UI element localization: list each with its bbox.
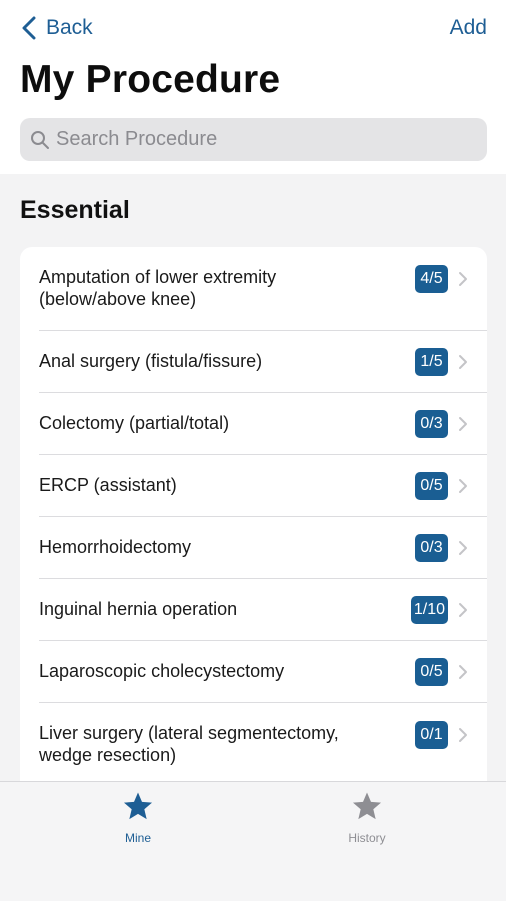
list-item[interactable]: Colectomy (partial/total) 0/3 <box>39 393 487 455</box>
procedure-label: ERCP (assistant) <box>39 475 177 495</box>
list-item[interactable]: ERCP (assistant) 0/5 <box>39 455 487 517</box>
procedure-label: Liver surgery (lateral segmentectomy, we… <box>39 723 339 765</box>
procedure-label: Laparoscopic cholecystectomy <box>39 661 285 681</box>
chevron-right-icon <box>459 541 467 555</box>
list-item[interactable]: Liver surgery (lateral segmentectomy, we… <box>39 703 487 781</box>
star-icon <box>123 792 153 820</box>
search-bar[interactable] <box>20 118 487 161</box>
list-item[interactable]: Amputation of lower extremity (below/abo… <box>39 247 487 331</box>
list-item[interactable]: Anal surgery (fistula/fissure) 1/5 <box>39 331 487 393</box>
page-title: My Procedure <box>20 58 281 101</box>
chevron-right-icon <box>459 665 467 679</box>
tab-mine[interactable]: Mine <box>98 790 178 845</box>
list-item[interactable]: Inguinal hernia operation 1/10 <box>39 579 487 641</box>
count-badge: 0/3 <box>415 410 448 438</box>
list-item[interactable]: Hemorrhoidectomy 0/3 <box>39 517 487 579</box>
star-icon <box>352 792 382 820</box>
count-badge: 4/5 <box>415 265 448 293</box>
list-item[interactable]: Laparoscopic cholecystectomy 0/5 <box>39 641 487 703</box>
chevron-right-icon <box>459 479 467 493</box>
chevron-right-icon <box>459 603 467 617</box>
procedure-label: Inguinal hernia operation <box>39 599 238 619</box>
tab-bar: Mine History <box>0 781 506 901</box>
count-badge: 1/5 <box>415 348 448 376</box>
chevron-right-icon <box>459 272 467 286</box>
search-input[interactable] <box>56 128 456 151</box>
procedure-list: Amputation of lower extremity (below/abo… <box>20 247 487 781</box>
add-button[interactable]: Add <box>450 14 487 42</box>
search-icon <box>31 130 49 149</box>
section-title: Essential <box>20 196 130 224</box>
count-badge: 0/3 <box>415 534 448 562</box>
chevron-right-icon <box>459 355 467 369</box>
header-area: Back Add My Procedure <box>0 0 506 174</box>
count-badge: 1/10 <box>410 596 448 624</box>
back-label: Back <box>46 16 93 39</box>
tab-history[interactable]: History <box>327 790 407 845</box>
procedure-label: Hemorrhoidectomy <box>39 537 192 557</box>
tab-label: History <box>348 831 386 845</box>
tab-label: Mine <box>124 831 151 845</box>
procedure-label: Anal surgery (fistula/fissure) <box>39 351 263 371</box>
procedure-label: Amputation of lower extremity (below/abo… <box>39 267 277 309</box>
count-badge: 0/5 <box>415 472 448 500</box>
count-badge: 0/5 <box>415 658 448 686</box>
chevron-right-icon <box>459 728 467 742</box>
chevron-left-icon <box>22 16 36 40</box>
back-button[interactable]: Back <box>22 14 93 42</box>
chevron-right-icon <box>459 417 467 431</box>
count-badge: 0/1 <box>415 721 448 749</box>
procedure-label: Colectomy (partial/total) <box>39 413 230 433</box>
